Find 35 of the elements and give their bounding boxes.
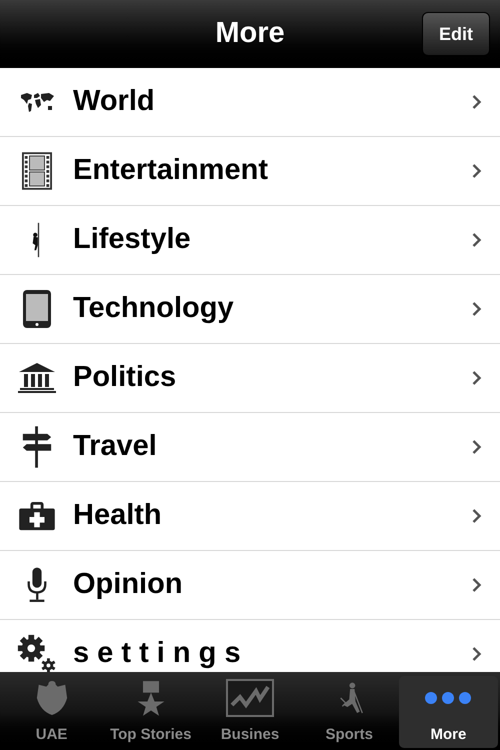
stock-chart-icon — [226, 678, 274, 717]
tab[interactable]: Sports — [300, 676, 399, 748]
chevron-icon — [471, 232, 482, 248]
chevron-icon — [471, 163, 482, 179]
tab[interactable]: UAE — [2, 676, 102, 748]
building-columns-icon — [16, 362, 56, 394]
film-strip-icon — [22, 152, 52, 190]
tablet-icon — [22, 289, 52, 329]
gears-icon — [16, 633, 58, 672]
row-label: Technology — [73, 291, 235, 326]
world-map-icon — [18, 91, 54, 113]
tab[interactable]: More — [398, 676, 498, 748]
tab[interactable]: Busines — [200, 676, 300, 748]
chevron-icon — [471, 508, 482, 524]
microphone-icon — [26, 566, 48, 604]
edit-button[interactable]: Edit — [422, 12, 490, 56]
medical-kit-icon — [18, 501, 56, 531]
chevron-icon — [471, 646, 482, 662]
chevron-icon — [471, 577, 482, 593]
row-label: Opinion — [73, 567, 184, 602]
tab[interactable]: Top Stories — [101, 676, 200, 748]
nav-title: More — [215, 16, 285, 51]
row-label: Politics — [73, 360, 178, 396]
row-label: Health — [73, 498, 163, 534]
signpost-icon — [20, 426, 52, 468]
more-dots-icon — [424, 690, 472, 705]
row-label: World — [73, 84, 156, 120]
row-label: s e t t i n g s — [73, 636, 242, 672]
row-label: Lifestyle — [73, 222, 192, 258]
row-label: Entertainment — [73, 153, 269, 188]
chevron-icon — [471, 301, 482, 317]
chevron-icon — [471, 94, 482, 110]
row-label: Travel — [73, 429, 158, 464]
chevron-icon — [471, 439, 482, 455]
chevron-icon — [471, 370, 482, 386]
